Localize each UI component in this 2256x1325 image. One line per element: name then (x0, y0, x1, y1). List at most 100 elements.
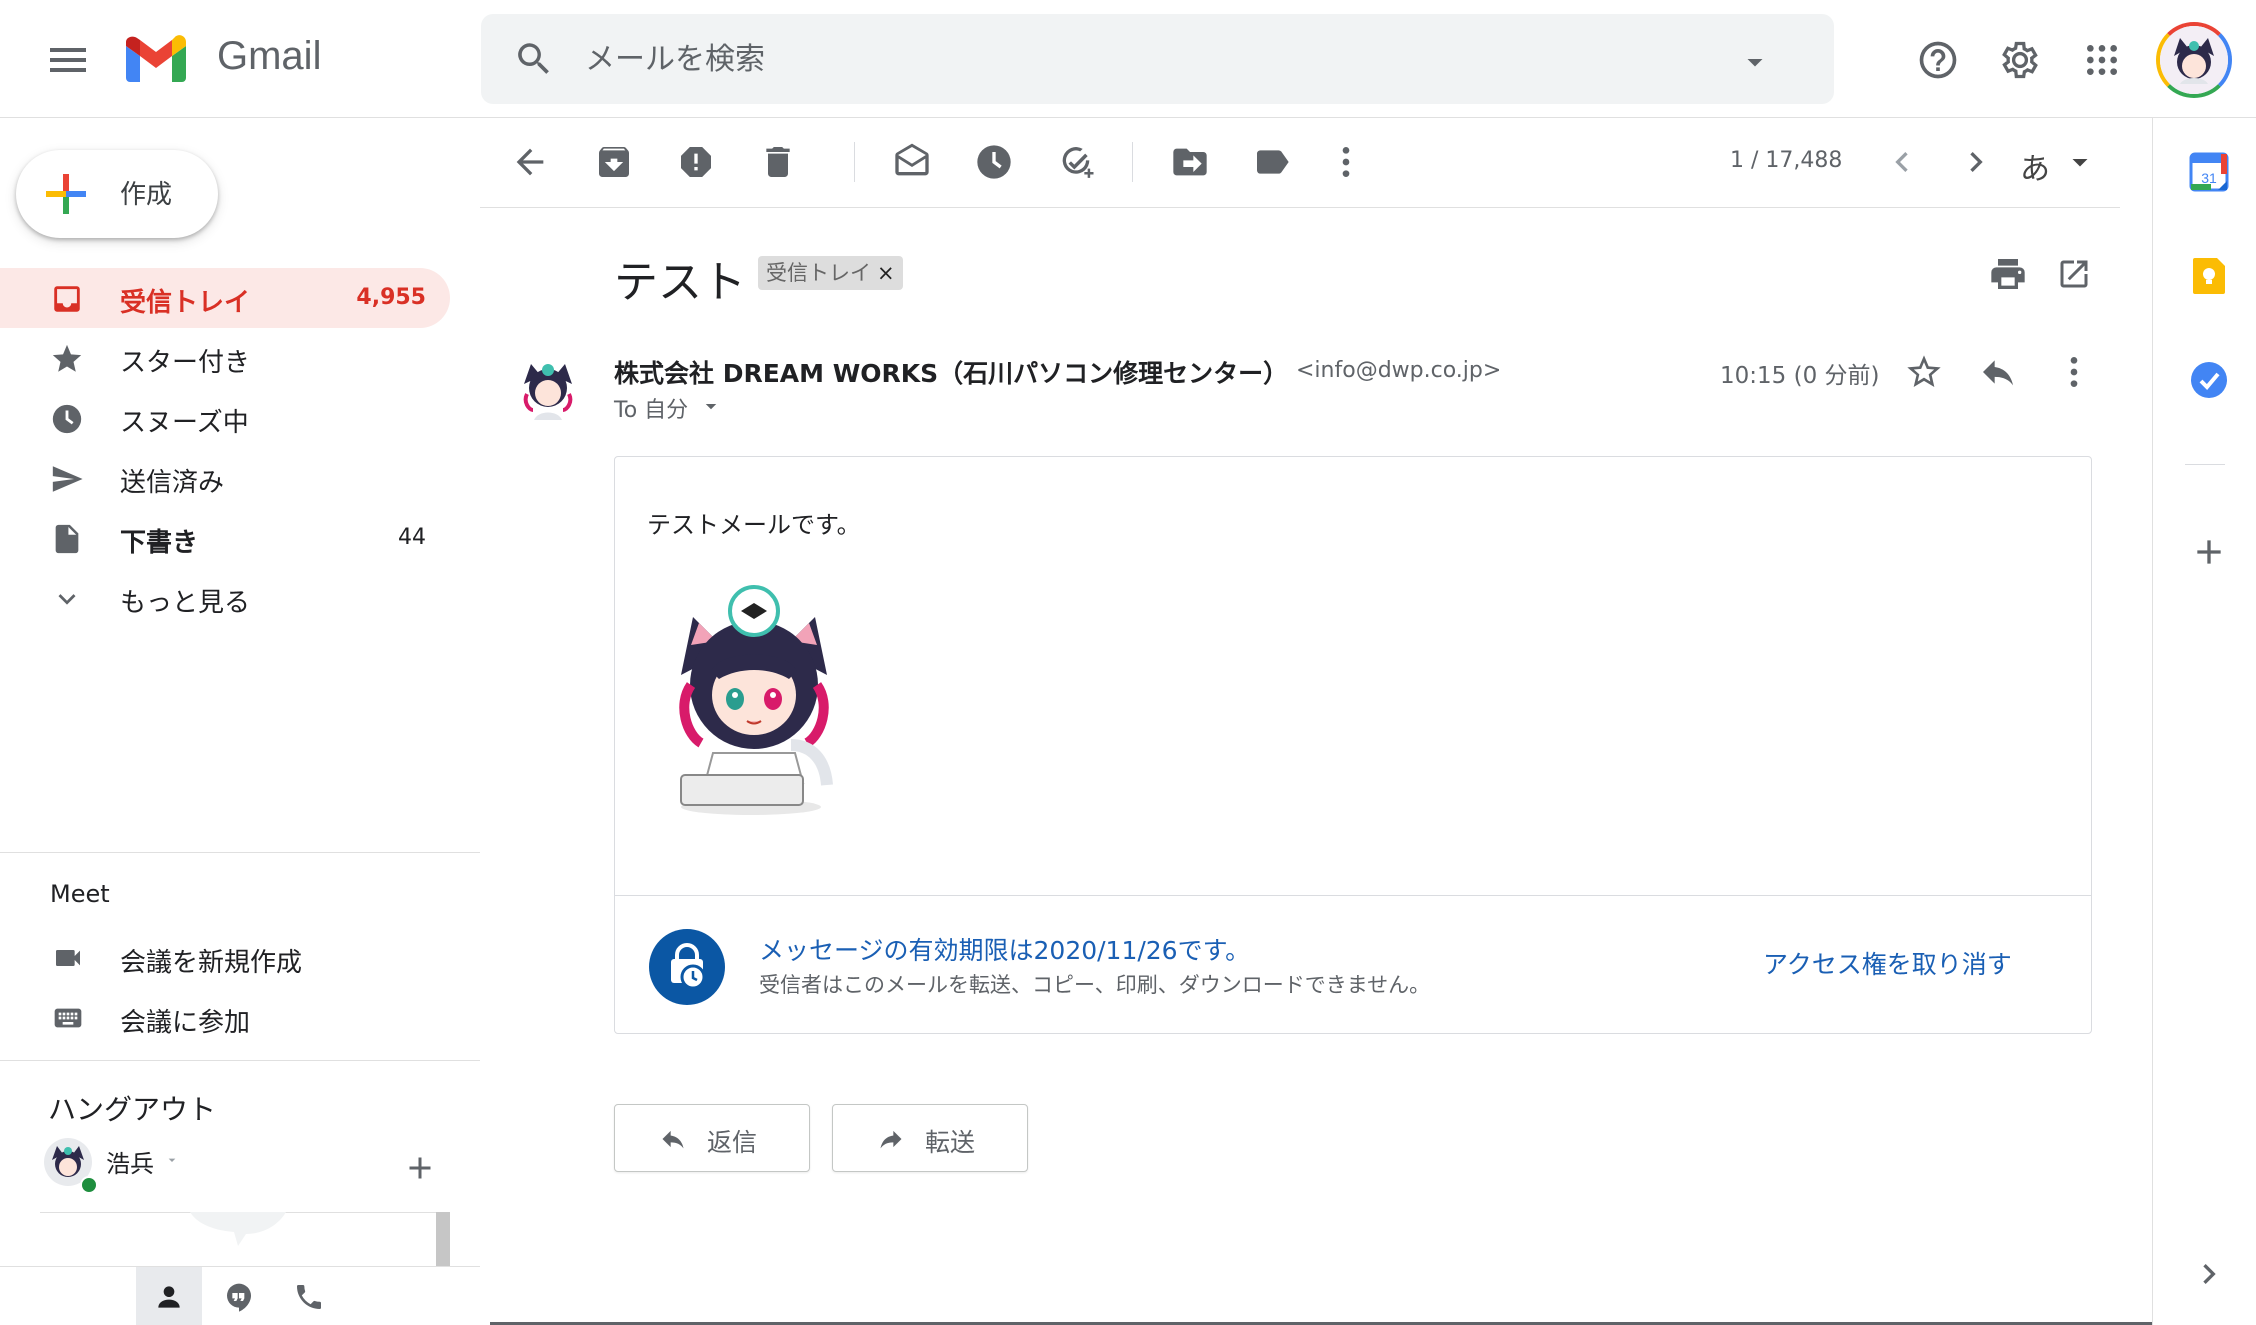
page-counter: 1 / 17,488 (1730, 148, 1843, 173)
meet-new-meeting[interactable]: 会議を新規作成 (0, 930, 480, 986)
send-icon (50, 462, 84, 496)
dropdown-icon[interactable] (1737, 44, 1773, 80)
presence-indicator (80, 1176, 98, 1194)
confidential-description: 受信者はこのメールを転送、コピー、印刷、ダウンロードできません。 (759, 973, 1431, 997)
draft-icon (50, 522, 84, 556)
star-icon[interactable] (1904, 352, 1944, 392)
label-icon[interactable] (1252, 142, 1292, 182)
label-chip-inbox[interactable]: 受信トレイ × (758, 256, 903, 290)
sidebar-item-label: スヌーズ中 (120, 408, 249, 438)
message-body-card: テストメールです。 メッセージの有効期限は2020/11/26です。 受信者はこ… (614, 456, 2092, 1034)
sidebar-item-label: 受信トレイ (120, 288, 251, 318)
forward-icon (880, 1130, 902, 1149)
meet-section-title: Meet (50, 880, 110, 908)
gmail-logo[interactable] (122, 32, 190, 86)
top-header: Gmail (0, 0, 2256, 118)
show-details-icon[interactable] (702, 398, 720, 416)
confidential-mode-icon (649, 929, 725, 1005)
input-tools-button[interactable]: あ (2020, 144, 2050, 188)
tab-conversations[interactable] (206, 1267, 272, 1325)
back-icon[interactable] (510, 142, 550, 182)
sidebar-divider (0, 1060, 480, 1061)
help-icon[interactable] (1916, 38, 1960, 82)
brand-name: Gmail (217, 34, 322, 78)
print-icon[interactable] (1988, 254, 2028, 294)
settings-icon[interactable] (1998, 38, 2042, 82)
sender-name[interactable]: 株式会社 DREAM WORKS（石川パソコン修理センター） (614, 354, 1288, 390)
sidebar-item-label: スター付き (120, 348, 251, 378)
confidential-expiry-text: メッセージの有効期限は2020/11/26です。 (759, 936, 1251, 965)
older-icon[interactable] (1956, 142, 1996, 182)
hangouts-section-title: ハングアウト (48, 1093, 217, 1126)
chat-icon (206, 1281, 272, 1313)
revoke-access-link[interactable]: アクセス権を取り消す (1763, 945, 2012, 981)
confidential-divider (615, 895, 2091, 896)
person-icon (136, 1281, 202, 1313)
video-icon (50, 942, 86, 974)
forward-label: 転送 (925, 1128, 976, 1157)
sidebar-item-label: もっと見る (120, 588, 251, 618)
apps-icon[interactable] (2082, 40, 2122, 80)
sidebar-item-snoozed[interactable]: スヌーズ中 (0, 388, 450, 448)
popout-icon[interactable] (2056, 256, 2092, 292)
keyboard-icon (50, 1002, 86, 1034)
message-body-text: テストメールです。 (647, 511, 861, 539)
archive-icon[interactable] (594, 142, 634, 182)
tab-calls[interactable] (276, 1267, 342, 1325)
account-avatar[interactable] (2156, 22, 2232, 98)
phone-icon (276, 1281, 342, 1313)
message-subject: テスト (614, 257, 746, 308)
sidebar-item-label: 送信済み (120, 468, 225, 498)
dropdown-icon[interactable] (2062, 144, 2102, 184)
side-panel: 31 (2152, 118, 2256, 1325)
add-task-icon[interactable] (1056, 142, 1096, 182)
spam-icon[interactable] (676, 142, 716, 182)
plus-icon[interactable] (2189, 532, 2229, 572)
sidebar-item-starred[interactable]: スター付き (0, 328, 450, 388)
calendar-day: 31 (2201, 170, 2217, 186)
sidebar-item-sent[interactable]: 送信済み (0, 448, 450, 508)
chat-bubble-illustration (190, 1212, 286, 1246)
menu-icon[interactable] (44, 36, 92, 84)
expand-panel-icon[interactable] (2189, 1254, 2229, 1294)
inline-image[interactable] (651, 575, 859, 819)
tab-contacts[interactable] (136, 1267, 202, 1325)
clock-icon (50, 402, 84, 436)
draft-count: 44 (398, 525, 426, 550)
sender-avatar (510, 350, 586, 426)
forward-button[interactable]: 転送 (832, 1104, 1028, 1172)
sidebar-item-drafts[interactable]: 下書き 44 (0, 508, 450, 568)
sidebar-item-inbox[interactable]: 受信トレイ 4,955 (0, 268, 450, 328)
hangouts-tabs (0, 1266, 480, 1325)
calendar-icon[interactable]: 31 (2189, 152, 2229, 192)
delete-icon[interactable] (758, 142, 798, 182)
remove-label-button[interactable]: × (877, 261, 895, 285)
search-bar[interactable] (481, 14, 1834, 104)
reply-button[interactable]: 返信 (614, 1104, 810, 1172)
reply-icon[interactable] (1978, 352, 2018, 392)
mark-unread-icon[interactable] (892, 142, 932, 182)
search-icon[interactable] (513, 38, 555, 80)
star-icon (50, 342, 84, 376)
compose-button[interactable]: 作成 (16, 150, 218, 238)
newer-icon[interactable] (1882, 142, 1922, 182)
keep-icon[interactable] (2189, 256, 2229, 296)
more-icon[interactable] (1326, 142, 1366, 182)
sidebar-item-more[interactable]: もっと見る (0, 568, 450, 628)
move-to-icon[interactable] (1170, 142, 1210, 182)
reply-icon (662, 1130, 684, 1149)
chevron-down-icon[interactable] (164, 1152, 180, 1168)
scrollbar[interactable] (436, 1212, 450, 1266)
meet-new-meeting-label: 会議を新規作成 (120, 948, 303, 978)
meet-join-meeting[interactable]: 会議に参加 (0, 990, 480, 1046)
message-timestamp: 10:15 (0 分前) (1720, 363, 1880, 389)
toolbar-separator (1132, 142, 1133, 182)
tasks-icon[interactable] (2189, 360, 2229, 400)
chevron-down-icon (50, 582, 84, 616)
more-icon[interactable] (2054, 352, 2094, 392)
snooze-icon[interactable] (974, 142, 1014, 182)
hangouts-user[interactable]: 浩兵 (44, 1134, 424, 1194)
plus-icon (42, 170, 90, 218)
plus-icon[interactable] (402, 1150, 438, 1186)
search-input[interactable] (585, 32, 1685, 86)
